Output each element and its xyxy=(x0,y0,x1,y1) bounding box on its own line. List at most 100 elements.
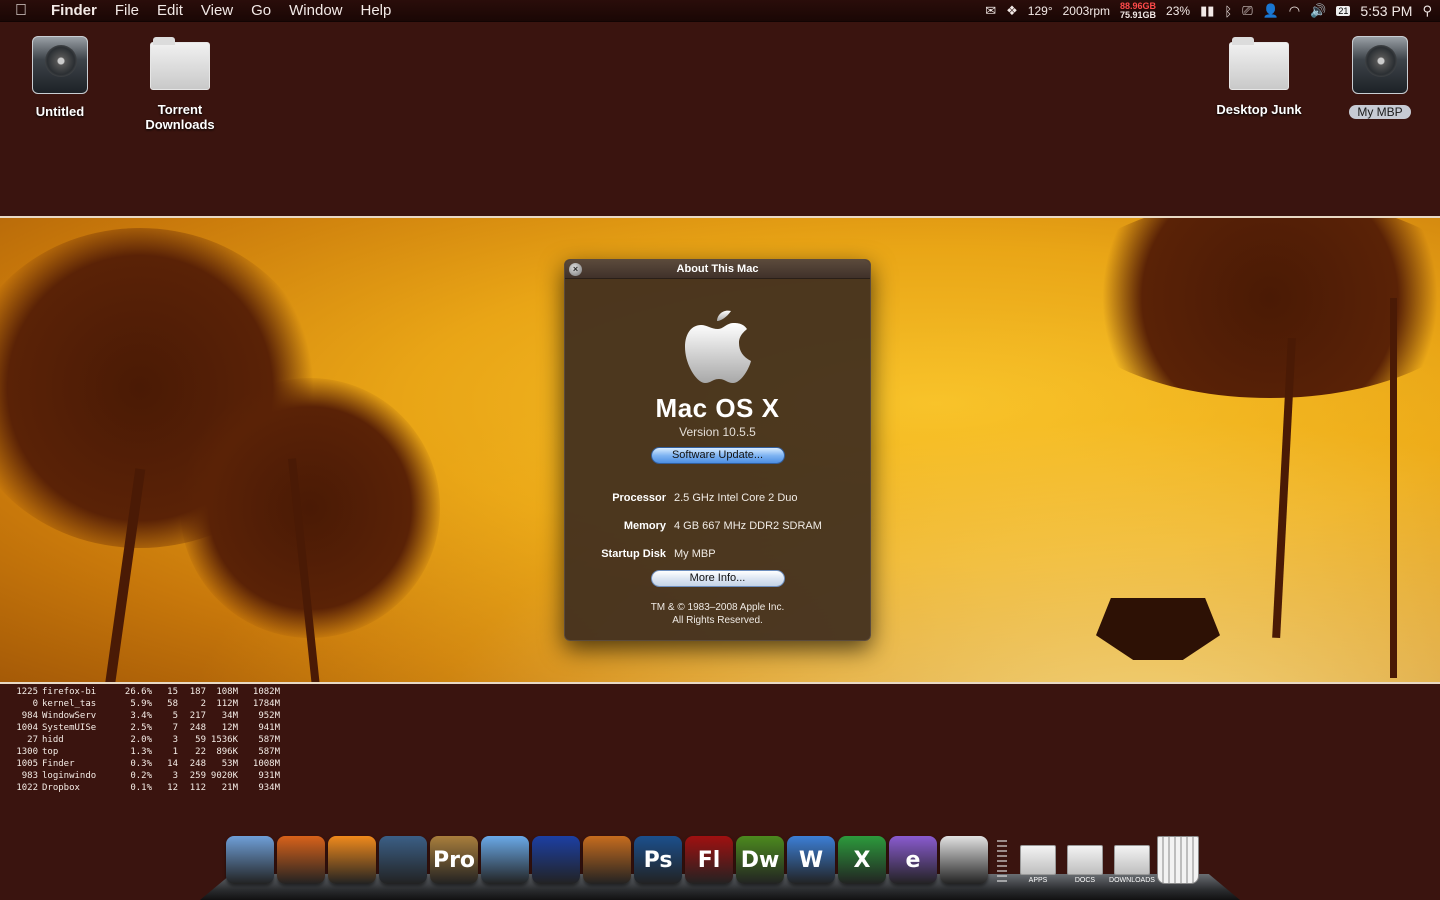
os-version: Version 10.5.5 xyxy=(679,425,756,439)
menu-window[interactable]: Window xyxy=(280,2,351,19)
process-threads: 12 xyxy=(167,783,178,793)
audacity-icon[interactable] xyxy=(532,836,580,884)
spec-value: 2.5 GHz Intel Core 2 Duo xyxy=(674,492,798,504)
apple-icon[interactable]:  xyxy=(0,2,42,20)
display-icon[interactable]: ⎚ xyxy=(1242,3,1252,19)
process-ports: 259 xyxy=(189,771,206,781)
trash-icon[interactable] xyxy=(1157,836,1199,884)
process-rsize: 1536K xyxy=(210,735,238,745)
volume-icon[interactable]: 🔊 xyxy=(1310,3,1326,19)
software-update-button[interactable]: Software Update... xyxy=(650,447,785,464)
dock-icons: Pro Ps Fl Dw W Xe APPS DOCS DOWNLOADS xyxy=(226,836,1199,884)
bluetooth-icon[interactable]: ᛒ xyxy=(1224,4,1232,19)
calendar-icon[interactable]: 21 xyxy=(1336,6,1351,16)
spec-value: My MBP xyxy=(674,548,716,560)
flash-icon[interactable]: Fl xyxy=(685,836,733,884)
process-pid: 27 xyxy=(27,735,38,745)
desktop-icon-my-mbp[interactable]: My MBP xyxy=(1325,36,1435,119)
process-row: 1005 Finder 0.3% 14 248 53M 1008M xyxy=(8,758,280,770)
process-row: 983 loginwindo 0.2% 3 259 9020K 931M xyxy=(8,770,280,782)
process-vsize: 952M xyxy=(258,711,280,721)
itunes-icon[interactable] xyxy=(481,836,529,884)
menu-edit[interactable]: Edit xyxy=(148,2,192,19)
process-threads: 58 xyxy=(167,699,178,709)
process-vsize: 931M xyxy=(258,771,280,781)
close-icon[interactable]: × xyxy=(569,263,582,276)
menu-file[interactable]: File xyxy=(106,2,148,19)
excel-icon[interactable]: X xyxy=(838,836,886,884)
logic-pro-icon[interactable]: Pro xyxy=(430,836,478,884)
process-pid: 1004 xyxy=(16,723,38,733)
process-row: 1300 top 1.3% 1 22 896K 587M xyxy=(8,746,280,758)
process-ports: 2 xyxy=(200,699,206,709)
downloads-stack-icon[interactable]: DOWNLOADS xyxy=(1109,836,1155,884)
process-cpu: 0.2% xyxy=(130,771,152,781)
process-threads: 5 xyxy=(172,711,178,721)
status-area: ✉ ❖ 129° 2003rpm 88.96GB 75.91GB 23% ▮▮ … xyxy=(985,0,1432,22)
top-process-list: 1225 firefox-bi 26.6% 15 187 108M 1082M … xyxy=(8,686,280,794)
process-row: 1004 SystemUISe 2.5% 7 248 12M 941M xyxy=(8,722,280,734)
process-rsize: 896K xyxy=(216,747,238,757)
process-ports: 112 xyxy=(189,783,206,793)
copyright-text: TM & © 1983–2008 Apple Inc. All Rights R… xyxy=(565,601,870,627)
disk-usage-readout[interactable]: 88.96GB 75.91GB xyxy=(1120,2,1156,20)
process-vsize: 587M xyxy=(258,747,280,757)
menu-clock[interactable]: 5:53 PM xyxy=(1360,3,1412,19)
word-icon[interactable]: W xyxy=(787,836,835,884)
process-row: 1022 Dropbox 0.1% 12 112 21M 934M xyxy=(8,782,280,794)
docs-stack-icon[interactable]: DOCS xyxy=(1063,836,1107,884)
hard-drive-icon xyxy=(32,36,88,94)
menu-app-finder[interactable]: Finder xyxy=(42,2,106,19)
desktop-icon-label: My MBP xyxy=(1349,105,1411,119)
process-ports: 248 xyxy=(189,723,206,733)
process-rsize: 34M xyxy=(221,711,238,721)
dreamweaver-icon[interactable]: Dw xyxy=(736,836,784,884)
desktop-icon-untitled[interactable]: Untitled xyxy=(5,36,115,119)
entourage-icon[interactable]: e xyxy=(889,836,937,884)
process-ports: 248 xyxy=(189,759,206,769)
spec-row-memory: Memory 4 GB 667 MHz DDR2 SDRAM xyxy=(565,520,870,548)
reason-icon[interactable] xyxy=(583,836,631,884)
process-rsize: 21M xyxy=(221,783,238,793)
temperature-readout[interactable]: 129° xyxy=(1028,4,1053,18)
dock-separator[interactable] xyxy=(997,840,1007,884)
memory-gauge-icon[interactable]: ▮▮ xyxy=(1200,3,1214,19)
stack-label: DOCS xyxy=(1074,877,1096,884)
spotlight-search-icon[interactable]: ⚲ xyxy=(1422,3,1432,19)
process-command: kernel_tas xyxy=(42,699,97,709)
process-cpu: 5.9% xyxy=(130,699,152,709)
process-command: hidd xyxy=(42,735,64,745)
user-icon[interactable]: 👤 xyxy=(1263,3,1279,19)
firefox-icon[interactable] xyxy=(277,836,325,884)
process-threads: 7 xyxy=(172,723,178,733)
window-title[interactable]: About This Mac xyxy=(565,260,870,279)
menu-help[interactable]: Help xyxy=(352,2,401,19)
finder-icon[interactable] xyxy=(226,836,274,884)
more-info-button[interactable]: More Info... xyxy=(650,570,785,587)
process-vsize: 1008M xyxy=(252,759,280,769)
process-threads: 3 xyxy=(172,771,178,781)
process-row: 1225 firefox-bi 26.6% 15 187 108M 1082M xyxy=(8,686,280,698)
transmission-icon[interactable] xyxy=(940,836,988,884)
fan-speed-readout[interactable]: 2003rpm xyxy=(1063,4,1110,18)
quicktime-icon[interactable] xyxy=(379,836,427,884)
desktop-icon-label: Torrent Downloads xyxy=(145,102,215,132)
desktop-icon-desktop-junk[interactable]: Desktop Junk xyxy=(1204,36,1314,117)
dropbox-icon[interactable]: ❖ xyxy=(1006,3,1018,19)
process-rsize: 108M xyxy=(216,687,238,697)
menu-go[interactable]: Go xyxy=(242,2,280,19)
spec-label: Memory xyxy=(623,520,666,532)
desktop-icon-torrent-downloads[interactable]: Torrent Downloads xyxy=(125,36,235,132)
wifi-icon[interactable]: ◠ xyxy=(1289,3,1300,19)
mail-icon[interactable]: ✉ xyxy=(985,3,996,19)
process-vsize: 941M xyxy=(258,723,280,733)
process-pid: 984 xyxy=(21,711,38,721)
menu-view[interactable]: View xyxy=(192,2,242,19)
vlc-icon[interactable] xyxy=(328,836,376,884)
spec-table: Processor 2.5 GHz Intel Core 2 Duo Memor… xyxy=(565,492,870,576)
battery-percent[interactable]: 23% xyxy=(1166,4,1190,18)
process-cpu: 26.6% xyxy=(124,687,152,697)
process-vsize: 587M xyxy=(258,735,280,745)
photoshop-icon[interactable]: Ps xyxy=(634,836,682,884)
apps-stack-icon[interactable]: APPS xyxy=(1016,836,1060,884)
